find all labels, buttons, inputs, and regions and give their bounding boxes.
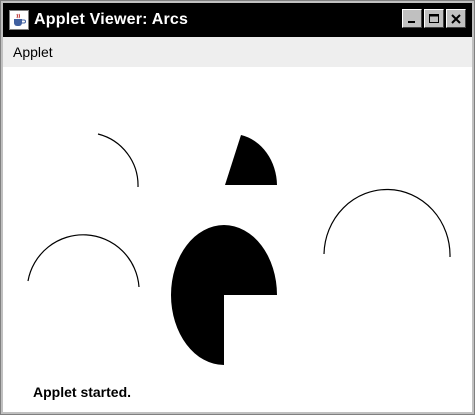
maximize-button[interactable] (424, 9, 444, 28)
menu-applet[interactable]: Applet (3, 44, 61, 60)
arc-outline-small (97, 133, 139, 188)
arc-outline-left (27, 234, 140, 288)
minimize-button[interactable] (402, 9, 422, 28)
title-bar[interactable]: Applet Viewer: Arcs (3, 3, 472, 37)
arcs-drawing (27, 133, 451, 365)
minimize-icon (408, 20, 415, 23)
menu-bar: Applet (3, 37, 472, 67)
filled-pie-large (171, 225, 277, 365)
applet-viewer-window: Applet Viewer: Arcs Applet Applet starte… (0, 0, 475, 415)
maximize-icon (429, 13, 439, 23)
arc-outline-right (323, 188, 451, 258)
close-button[interactable] (446, 9, 466, 28)
applet-canvas[interactable]: Applet started. (3, 67, 472, 412)
filled-pie-quarter (225, 135, 277, 185)
java-cup-icon[interactable] (9, 10, 29, 30)
window-title: Applet Viewer: Arcs (34, 11, 189, 28)
window-controls (402, 9, 466, 28)
close-icon (451, 13, 461, 24)
status-text: Applet started. (33, 384, 132, 400)
